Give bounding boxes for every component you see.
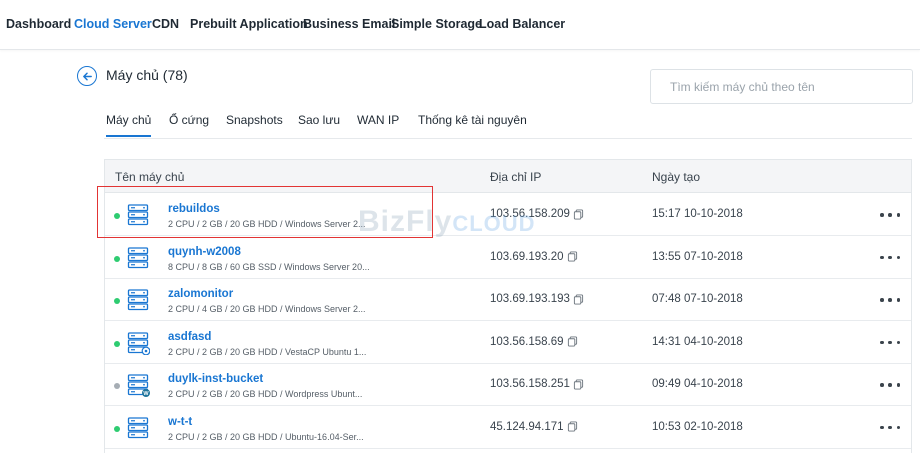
server-name-link[interactable]: zalomonitor xyxy=(168,288,233,300)
server-spec: 2 CPU / 2 GB / 20 GB HDD / Windows Serve… xyxy=(168,219,366,229)
nav-simple-storage[interactable]: Simple Storage xyxy=(391,17,482,31)
server-name-link[interactable]: rebuildos xyxy=(168,203,220,215)
ip-address: 103.69.193.20 xyxy=(490,250,564,263)
ip-cell: 103.56.158.209 xyxy=(490,208,584,220)
status-dot xyxy=(114,425,120,432)
table-row[interactable]: rebuildos 2 CPU / 2 GB / 20 GB HDD / Wind… xyxy=(105,194,911,236)
table-row[interactable]: w-t-t 2 CPU / 2 GB / 20 GB HDD / Ubuntu-1… xyxy=(105,406,911,449)
server-spec: 2 CPU / 2 GB / 20 GB HDD / VestaCP Ubunt… xyxy=(168,346,367,357)
tab-wan-ip[interactable]: WAN IP xyxy=(357,113,399,135)
server-icon xyxy=(126,331,151,355)
status-dot xyxy=(114,383,120,389)
tab-may-chu[interactable]: Máy chủ xyxy=(106,113,152,137)
created-date: 09:49 04-10-2018 xyxy=(652,378,743,390)
ip-cell: 45.124.94.171 xyxy=(490,421,578,433)
ip-address: 45.124.94.171 xyxy=(490,420,564,433)
status-dot xyxy=(114,213,120,219)
ip-address: 103.56.158.209 xyxy=(490,208,570,220)
server-table: Tên máy chủ Địa chỉ IP Ngày tạo rebuildo… xyxy=(104,159,912,453)
server-spec: 8 CPU / 8 GB / 60 GB SSD / Windows Serve… xyxy=(168,261,370,272)
server-icon xyxy=(126,288,150,312)
created-date: 13:55 07-10-2018 xyxy=(652,250,743,263)
copy-icon[interactable] xyxy=(573,208,584,220)
status-dot xyxy=(114,298,120,304)
server-name-link[interactable]: duylk-inst-bucket xyxy=(168,373,263,385)
search-input[interactable] xyxy=(650,69,913,104)
more-options-icon[interactable] xyxy=(880,377,900,393)
nav-dashboard[interactable]: Dashboard xyxy=(6,17,71,31)
copy-icon[interactable] xyxy=(573,293,584,305)
server-spec: 2 CPU / 4 GB / 20 GB HDD / Windows Serve… xyxy=(168,304,366,314)
ip-address: 103.69.193.193 xyxy=(490,293,570,305)
tab-thong-ke-tai-nguyen[interactable]: Thống kê tài nguyên xyxy=(418,113,527,135)
server-icon: W xyxy=(126,373,150,397)
server-name-link[interactable]: quynh-w2008 xyxy=(168,246,241,258)
page-title: Máy chủ (78) xyxy=(106,67,188,83)
server-name-link[interactable]: w-t-t xyxy=(168,416,192,428)
server-spec: 2 CPU / 2 GB / 20 GB HDD / Wordpress Ubu… xyxy=(168,389,363,399)
more-options-icon[interactable] xyxy=(880,250,900,266)
tab-divider xyxy=(104,138,912,139)
ip-cell: 103.56.158.69 xyxy=(490,336,578,348)
server-icon xyxy=(126,203,150,227)
header-ip: Địa chỉ IP xyxy=(490,170,542,184)
table-row[interactable]: quynh-w2008 8 CPU / 8 GB / 60 GB SSD / Wi… xyxy=(105,236,911,279)
copy-icon[interactable] xyxy=(567,251,578,262)
back-button[interactable] xyxy=(77,66,97,86)
server-icon xyxy=(126,416,150,440)
table-row[interactable]: asdfasd 2 CPU / 2 GB / 20 GB HDD / VestaC… xyxy=(105,321,911,364)
more-options-icon[interactable] xyxy=(880,335,900,351)
tab-sao-luu[interactable]: Sao lưu xyxy=(298,113,340,135)
table-header: Tên máy chủ Địa chỉ IP Ngày tạo xyxy=(105,160,911,193)
header-created: Ngày tạo xyxy=(652,170,701,184)
created-date: 14:31 04-10-2018 xyxy=(652,335,743,348)
copy-icon[interactable] xyxy=(567,336,578,347)
nav-prebuilt-application[interactable]: Prebuilt Application xyxy=(190,17,308,31)
ip-cell: 103.69.193.193 xyxy=(490,293,584,305)
created-date: 15:17 10-10-2018 xyxy=(652,208,743,220)
ip-cell: 103.69.193.20 xyxy=(490,251,578,263)
tab-snapshots[interactable]: Snapshots xyxy=(226,113,283,135)
nav-load-balancer[interactable]: Load Balancer xyxy=(479,17,565,31)
header-name: Tên máy chủ xyxy=(115,170,185,184)
server-spec: 2 CPU / 2 GB / 20 GB HDD / Ubuntu-16.04-… xyxy=(168,431,364,442)
ip-address: 103.56.158.251 xyxy=(490,378,570,390)
more-options-icon[interactable] xyxy=(880,420,900,436)
nav-cloud-server[interactable]: Cloud Server xyxy=(74,17,152,31)
nav-cdn[interactable]: CDN xyxy=(152,17,179,31)
ip-cell: 103.56.158.251 xyxy=(490,378,584,390)
svg-text:W: W xyxy=(143,391,149,397)
top-navigation: Dashboard Cloud Server CDN Prebuilt Appl… xyxy=(0,0,920,50)
tab-o-cung[interactable]: Ổ cứng xyxy=(169,113,209,135)
table-row[interactable]: Wduylk-inst-bucket 2 CPU / 2 GB / 20 GB H… xyxy=(105,364,911,406)
nav-business-email[interactable]: Business Email xyxy=(303,17,395,31)
copy-icon[interactable] xyxy=(567,421,578,432)
server-name-link[interactable]: asdfasd xyxy=(168,331,211,343)
table-row[interactable]: zalomonitor 2 CPU / 4 GB / 20 GB HDD / Wi… xyxy=(105,279,911,321)
arrow-left-icon xyxy=(82,72,92,80)
more-options-icon[interactable] xyxy=(880,292,900,308)
created-date: 10:53 02-10-2018 xyxy=(652,420,743,433)
more-options-icon[interactable] xyxy=(880,207,900,223)
status-dot xyxy=(114,340,120,347)
ip-address: 103.56.158.69 xyxy=(490,335,564,348)
server-icon xyxy=(126,246,150,270)
copy-icon[interactable] xyxy=(573,378,584,390)
status-dot xyxy=(114,255,120,262)
created-date: 07:48 07-10-2018 xyxy=(652,293,743,305)
